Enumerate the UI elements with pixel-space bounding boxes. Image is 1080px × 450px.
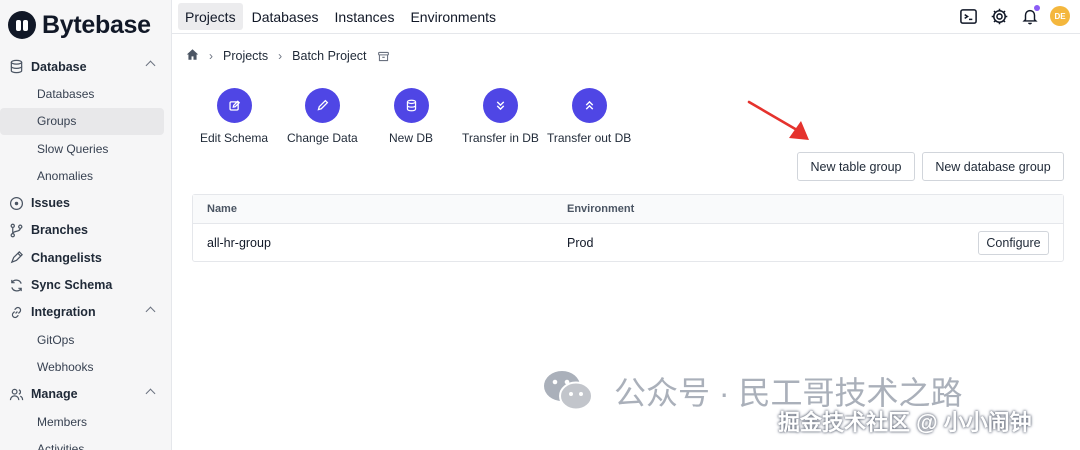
branch-icon (8, 222, 24, 238)
sidebar-item-manage[interactable]: Manage (0, 381, 172, 408)
sidebar-item-database[interactable]: Database (0, 53, 172, 80)
bytebase-logo-icon (8, 11, 36, 39)
issues-icon (8, 195, 24, 211)
notification-dot (1034, 5, 1040, 11)
sidebar-item-label: Activities (37, 441, 85, 450)
avatar[interactable]: DE (1050, 6, 1070, 26)
group-name-cell: all-hr-group (207, 236, 271, 250)
pencil-icon (304, 88, 340, 123)
action-label: Change Data (287, 131, 358, 145)
new-database-group-button[interactable]: New database group (922, 152, 1064, 181)
logo-text: Bytebase (42, 10, 151, 39)
sidebar-item-label: Sync Schema (31, 278, 113, 293)
sidebar-item-webhooks[interactable]: Webhooks (0, 353, 172, 380)
sidebar-item-issues[interactable]: Issues (0, 189, 172, 216)
sidebar-item-integration[interactable]: Integration (0, 299, 172, 326)
top-actions: DE (948, 5, 1070, 27)
action-label: New DB (389, 131, 434, 145)
new-db-action[interactable]: New DB (389, 88, 433, 145)
breadcrumb-projects[interactable]: Projects (223, 49, 268, 63)
edit-icon (216, 88, 252, 123)
sidebar-item-label: Integration (31, 305, 96, 320)
table-row[interactable]: all-hr-group Prod Configure (193, 224, 1063, 262)
sidebar-item-label: Anomalies (37, 168, 94, 183)
home-icon[interactable] (186, 48, 199, 64)
breadcrumb-current: Batch Project (292, 49, 367, 63)
wechat-icon (542, 369, 594, 413)
nav-tabs: Projects Databases Instances Environment… (178, 3, 505, 30)
transfer-out-db-action[interactable]: Transfer out DB (547, 88, 631, 145)
table-header: Name Environment (193, 195, 1063, 224)
sidebar-item-anomalies[interactable]: Anomalies (0, 162, 172, 189)
sidebar-item-databases[interactable]: Databases (0, 80, 172, 107)
action-label: Transfer in DB (462, 131, 539, 145)
sidebar-item-label: Branches (31, 223, 88, 238)
sidebar-item-label: Members (37, 414, 88, 429)
groups-table: Name Environment all-hr-group Prod Confi… (192, 194, 1064, 262)
link-icon (8, 304, 24, 320)
sidebar-item-gitops[interactable]: GitOps (0, 326, 172, 353)
edit-schema-action[interactable]: Edit Schema (200, 88, 268, 145)
sidebar: Bytebase Database Databases Groups Slow … (0, 0, 172, 450)
new-table-group-button[interactable]: New table group (797, 152, 915, 181)
breadcrumb-separator-icon: › (278, 49, 283, 63)
tab-databases[interactable]: Databases (245, 3, 326, 30)
tab-projects[interactable]: Projects (178, 3, 243, 30)
action-label: Transfer out DB (547, 131, 632, 145)
sidebar-item-label: Manage (31, 387, 78, 402)
top-nav: Projects Databases Instances Environment… (172, 0, 1080, 34)
sidebar-item-label: Databases (37, 86, 95, 101)
configure-button[interactable]: Configure (978, 231, 1049, 255)
column-header-environment: Environment (567, 203, 635, 215)
chevron-up-icon[interactable] (145, 60, 156, 71)
sidebar-item-groups[interactable]: Groups (0, 107, 164, 135)
sidebar-item-sync-schema[interactable]: Sync Schema (0, 271, 172, 298)
tab-instances[interactable]: Instances (328, 3, 402, 30)
action-label: Edit Schema (200, 131, 269, 145)
sidebar-nav: Database Databases Groups Slow Queries A… (0, 53, 172, 450)
sidebar-item-label: Slow Queries (37, 141, 109, 156)
change-data-action[interactable]: Change Data (287, 88, 358, 145)
environment-cell: Prod (567, 236, 594, 250)
red-arrow-annotation (747, 100, 809, 140)
sidebar-item-branches[interactable]: Branches (0, 217, 172, 244)
column-header-name: Name (207, 203, 237, 215)
archive-icon[interactable] (377, 50, 390, 63)
database-icon (8, 59, 24, 75)
breadcrumb-separator-icon: › (209, 49, 213, 63)
sidebar-item-activities[interactable]: Activities (0, 435, 172, 450)
sidebar-item-label: Database (31, 59, 87, 74)
sidebar-item-label: Webhooks (37, 359, 94, 374)
sync-icon (8, 277, 24, 293)
users-icon (8, 386, 24, 402)
sidebar-item-label: GitOps (37, 332, 75, 347)
tab-environments[interactable]: Environments (403, 3, 503, 30)
bell-icon[interactable] (1019, 5, 1041, 27)
chevrons-up-icon (571, 88, 607, 123)
sidebar-item-label: Groups (37, 114, 77, 129)
transfer-in-db-action[interactable]: Transfer in DB (462, 88, 539, 145)
sidebar-item-members[interactable]: Members (0, 408, 172, 435)
sidebar-item-label: Changelists (31, 250, 102, 265)
chevron-up-icon[interactable] (145, 388, 156, 399)
terminal-icon[interactable] (957, 5, 979, 27)
chevrons-down-icon (482, 88, 518, 123)
watermark-line2: 掘金技术社区 @ 小小闹钟 (778, 410, 1032, 435)
chevron-up-icon[interactable] (145, 306, 156, 317)
sidebar-item-slow-queries[interactable]: Slow Queries (0, 135, 172, 162)
sidebar-item-changelists[interactable]: Changelists (0, 244, 172, 271)
breadcrumb: › Projects › Batch Project (186, 48, 390, 64)
changelist-icon (8, 250, 24, 266)
sidebar-item-label: Issues (31, 196, 70, 211)
database-icon (393, 88, 429, 123)
gear-icon[interactable] (988, 5, 1010, 27)
logo[interactable]: Bytebase (8, 10, 151, 40)
